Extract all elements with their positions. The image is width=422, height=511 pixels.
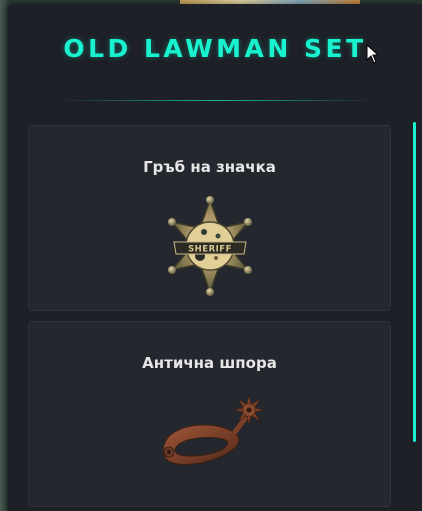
svg-text:SHERIFF: SHERIFF bbox=[188, 245, 232, 255]
set-item-card[interactable]: Антична шпора bbox=[28, 321, 391, 507]
title-divider bbox=[58, 100, 378, 101]
set-title: OLD LAWMAN SET bbox=[63, 34, 367, 63]
set-item-card[interactable]: Гръб на значка SHERIFF bbox=[28, 125, 391, 311]
item-name: Антична шпора bbox=[142, 354, 277, 372]
set-items-list[interactable]: Гръб на значка SHERIFF Антична шпора bbox=[28, 125, 391, 511]
mouse-cursor-icon bbox=[366, 44, 380, 64]
sheriff-badge-icon: SHERIFF bbox=[167, 196, 252, 296]
collection-set-panel: OLD LAWMAN SET Гръб на значка SHERIFF Ан… bbox=[8, 4, 422, 511]
list-scrollbar[interactable] bbox=[413, 122, 416, 442]
spur-icon bbox=[161, 394, 264, 465]
item-name: Гръб на значка bbox=[143, 158, 276, 176]
